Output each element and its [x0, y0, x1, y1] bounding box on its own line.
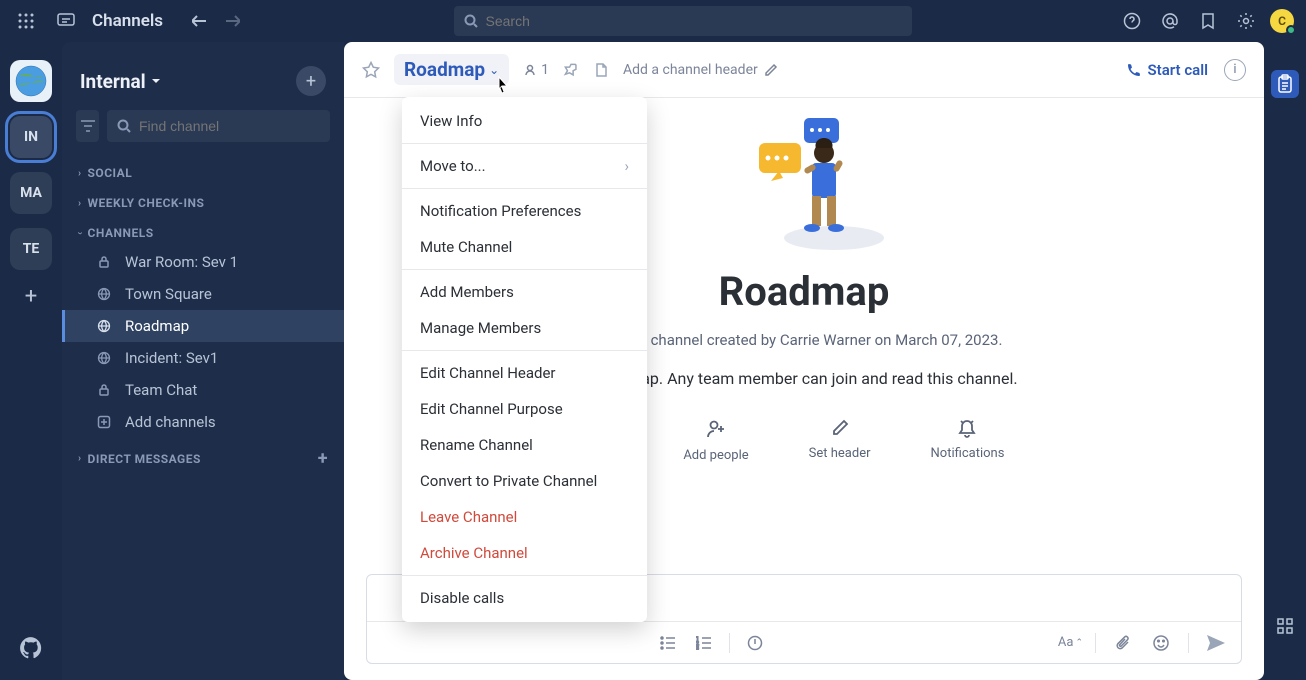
server-globe[interactable] — [10, 60, 52, 102]
menu-mute[interactable]: Mute Channel — [402, 229, 647, 265]
section-weekly[interactable]: ›WEEKLY CHECK-INS — [62, 186, 344, 216]
apps-grid-icon[interactable] — [12, 7, 40, 35]
channel-team-chat[interactable]: Team Chat — [62, 374, 344, 406]
svg-text:3: 3 — [696, 646, 699, 650]
attach-button[interactable] — [1108, 628, 1138, 658]
apps-icon[interactable] — [1271, 612, 1299, 640]
status-indicator — [1286, 25, 1296, 35]
action-notifications[interactable]: Notifications — [931, 418, 1005, 466]
help-icon[interactable] — [1118, 7, 1146, 35]
chevron-down-icon: ⌄ — [489, 63, 499, 77]
member-count-button[interactable]: 1 — [523, 62, 549, 78]
find-channel-input[interactable] — [139, 118, 320, 134]
plus-box-icon — [95, 415, 113, 429]
menu-archive[interactable]: Archive Channel — [402, 535, 647, 571]
global-search[interactable] — [454, 6, 912, 36]
add-channels-button[interactable]: Add channels — [62, 406, 344, 438]
channel-dropdown-menu: View Info Move to...› Notification Prefe… — [402, 97, 647, 622]
sidebar: Internal + ›SOCIAL ›WEEKLY CHECK-INS ›CH… — [62, 42, 344, 680]
menu-convert-private[interactable]: Convert to Private Channel — [402, 463, 647, 499]
favorite-star-button[interactable] — [362, 61, 380, 79]
pencil-icon — [830, 418, 850, 438]
add-user-icon — [705, 418, 727, 440]
channel-war-room[interactable]: War Room: Sev 1 — [62, 246, 344, 278]
github-icon[interactable] — [17, 634, 45, 662]
team-switcher[interactable]: Internal — [80, 70, 162, 93]
bookmark-icon[interactable] — [1194, 7, 1222, 35]
welcome-meta: Public channel created by Carrie Warner … — [606, 331, 1003, 349]
lock-icon — [95, 255, 113, 269]
search-icon — [464, 14, 478, 28]
globe-icon — [95, 351, 113, 365]
action-set-header[interactable]: Set header — [809, 418, 871, 466]
menu-edit-purpose[interactable]: Edit Channel Purpose — [402, 391, 647, 427]
server-te[interactable]: TE — [10, 228, 52, 270]
formatting-toggle[interactable]: Aa ⌃ — [1058, 635, 1083, 650]
server-rail: IN MA TE + — [0, 42, 62, 680]
welcome-illustration — [704, 108, 904, 258]
clipboard-icon[interactable] — [1271, 70, 1299, 98]
menu-manage-members[interactable]: Manage Members — [402, 310, 647, 346]
nav-forward-button[interactable] — [219, 7, 247, 35]
menu-move-to[interactable]: Move to...› — [402, 148, 647, 184]
new-button[interactable]: + — [296, 66, 326, 96]
add-header-button[interactable]: Add a channel header — [623, 62, 778, 78]
emoji-button[interactable] — [1146, 628, 1176, 658]
brand-label: Channels — [92, 11, 163, 31]
channels-logo-icon — [52, 7, 80, 35]
topbar: Channels C — [0, 0, 1306, 42]
numbered-list-button[interactable]: 123 — [689, 628, 719, 658]
menu-view-info[interactable]: View Info — [402, 103, 647, 139]
section-dm[interactable]: ›DIRECT MESSAGES+ — [62, 438, 344, 475]
global-search-input[interactable] — [486, 13, 902, 29]
user-icon — [523, 63, 537, 77]
files-icon[interactable] — [593, 62, 609, 78]
action-add-people[interactable]: Add people — [683, 418, 748, 466]
mentions-icon[interactable] — [1156, 7, 1184, 35]
menu-notification-prefs[interactable]: Notification Preferences — [402, 193, 647, 229]
channel-title-dropdown[interactable]: Roadmap ⌄ — [394, 54, 509, 85]
phone-icon — [1126, 62, 1142, 78]
menu-add-members[interactable]: Add Members — [402, 274, 647, 310]
lock-icon — [95, 383, 113, 397]
nav-back-button[interactable] — [185, 7, 213, 35]
channel-header: Roadmap ⌄ 1 Add a channel header Start c — [344, 42, 1264, 98]
bell-icon — [957, 418, 977, 438]
composer-toolbar: 123 Aa ⌃ — [367, 621, 1241, 663]
send-button[interactable] — [1201, 628, 1231, 658]
server-ma[interactable]: MA — [10, 172, 52, 214]
globe-icon — [95, 287, 113, 301]
user-avatar[interactable]: C — [1270, 9, 1294, 33]
filter-button[interactable] — [76, 110, 99, 142]
team-name-label: Internal — [80, 70, 146, 93]
find-channel-box[interactable] — [107, 110, 330, 142]
channel-incident[interactable]: Incident: Sev1 — [62, 342, 344, 374]
pencil-icon — [764, 63, 778, 77]
search-icon — [117, 119, 131, 133]
globe-icon — [95, 319, 113, 333]
channel-town-square[interactable]: Town Square — [62, 278, 344, 310]
menu-leave[interactable]: Leave Channel — [402, 499, 647, 535]
section-channels[interactable]: ›CHANNELS — [62, 216, 344, 246]
bullet-list-button[interactable] — [653, 628, 683, 658]
menu-disable-calls[interactable]: Disable calls — [402, 580, 647, 616]
channel-roadmap[interactable]: Roadmap — [62, 310, 344, 342]
right-rail — [1264, 42, 1306, 680]
add-dm-button[interactable]: + — [318, 448, 328, 469]
server-in[interactable]: IN — [10, 116, 52, 158]
menu-edit-header[interactable]: Edit Channel Header — [402, 355, 647, 391]
chevron-down-icon — [150, 75, 162, 87]
start-call-button[interactable]: Start call — [1126, 61, 1208, 79]
settings-gear-icon[interactable] — [1232, 7, 1260, 35]
welcome-desc: Roadmap. Any team member can join and re… — [590, 369, 1017, 388]
priority-button[interactable] — [740, 628, 770, 658]
welcome-title: Roadmap — [719, 268, 890, 315]
chevron-right-icon: › — [624, 157, 629, 175]
section-social[interactable]: ›SOCIAL — [62, 156, 344, 186]
add-server-button[interactable]: + — [25, 284, 37, 309]
menu-rename[interactable]: Rename Channel — [402, 427, 647, 463]
channel-info-button[interactable]: i — [1224, 59, 1246, 81]
pin-icon[interactable] — [563, 62, 579, 78]
